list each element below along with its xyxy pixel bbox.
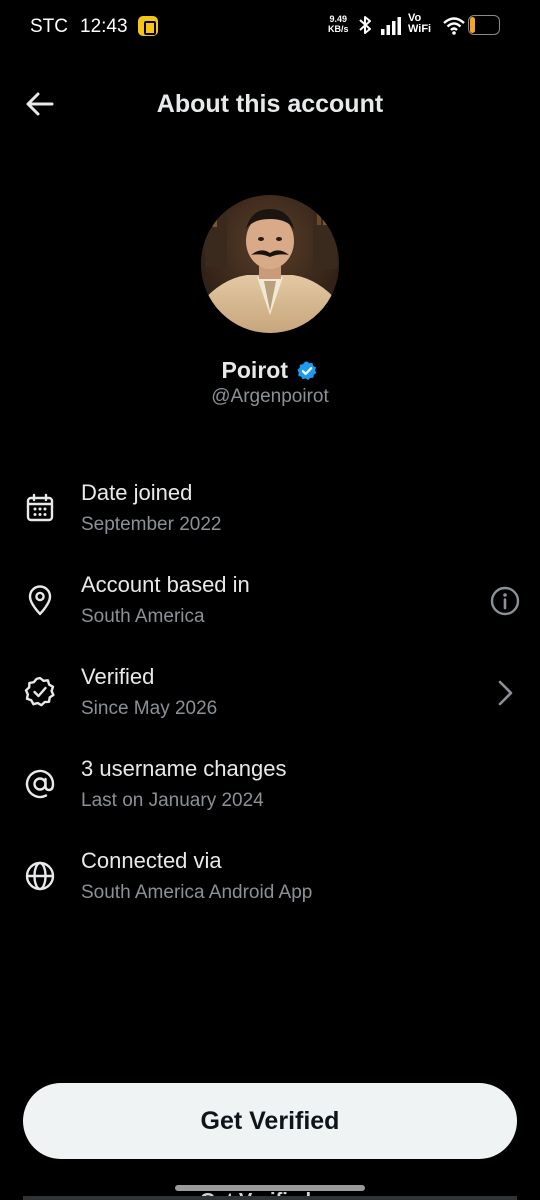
calendar-icon (26, 493, 54, 522)
verified-title: Verified (81, 664, 155, 689)
at-sign-icon (25, 769, 55, 799)
display-name: Poirot (221, 357, 288, 383)
connected-via-value: South America Android App (81, 882, 313, 903)
status-bar: STC 12:43 9.49 KB/s Vo WiFi 18 (0, 0, 540, 54)
account-based-in-value: South America (81, 606, 205, 627)
chevron-right-icon[interactable] (488, 676, 522, 710)
vowifi-indicator: Vo WiFi (408, 13, 431, 35)
location-pin-icon (28, 585, 52, 616)
info-row-account-based-in: Account based in South America (0, 572, 540, 652)
network-speed-unit: KB/s (328, 24, 349, 34)
wifi-icon (443, 17, 465, 35)
username-changes-title: 3 username changes (81, 756, 287, 781)
info-row-verified[interactable]: Verified Since May 2026 (0, 664, 540, 744)
carrier-label: STC (30, 16, 68, 37)
notification-icon (138, 16, 158, 36)
bottom-divider (23, 1196, 517, 1200)
verified-since: Since May 2026 (81, 698, 218, 719)
header: About this account (0, 70, 540, 138)
bluetooth-icon (359, 16, 371, 34)
avatar[interactable] (201, 195, 339, 333)
avatar-image (201, 195, 339, 333)
info-icon[interactable] (488, 584, 522, 618)
page-title: About this account (156, 90, 384, 118)
username-handle: @Argenpoirot (211, 386, 329, 407)
clock: 12:43 (80, 16, 128, 37)
info-row-connected-via: Connected via South America Android App (0, 848, 540, 928)
info-row-username-changes: 3 username changes Last on January 2024 (0, 756, 540, 836)
date-joined-value: September 2022 (81, 514, 222, 535)
network-speed-value: 9.49 (329, 14, 348, 24)
date-joined-title: Date joined (81, 480, 193, 505)
verified-icon (24, 676, 55, 707)
battery-level: 18 (476, 17, 492, 32)
network-speed: 9.49 KB/s (328, 14, 349, 34)
account-based-in-title: Account based in (81, 572, 250, 597)
home-indicator[interactable] (175, 1185, 365, 1191)
vowifi-bottom: WiFi (408, 23, 432, 35)
username-changes-last: Last on January 2024 (81, 790, 264, 811)
display-name-row: Poirot (0, 357, 540, 384)
globe-icon (25, 861, 55, 891)
cell-signal-icon (381, 17, 401, 35)
verified-badge-icon (297, 360, 317, 380)
battery-indicator: 18 (468, 15, 500, 35)
connected-via-title: Connected via (81, 848, 222, 873)
info-row-date-joined: Date joined September 2022 (0, 480, 540, 560)
get-verified-button[interactable]: Get Verified (23, 1083, 517, 1159)
